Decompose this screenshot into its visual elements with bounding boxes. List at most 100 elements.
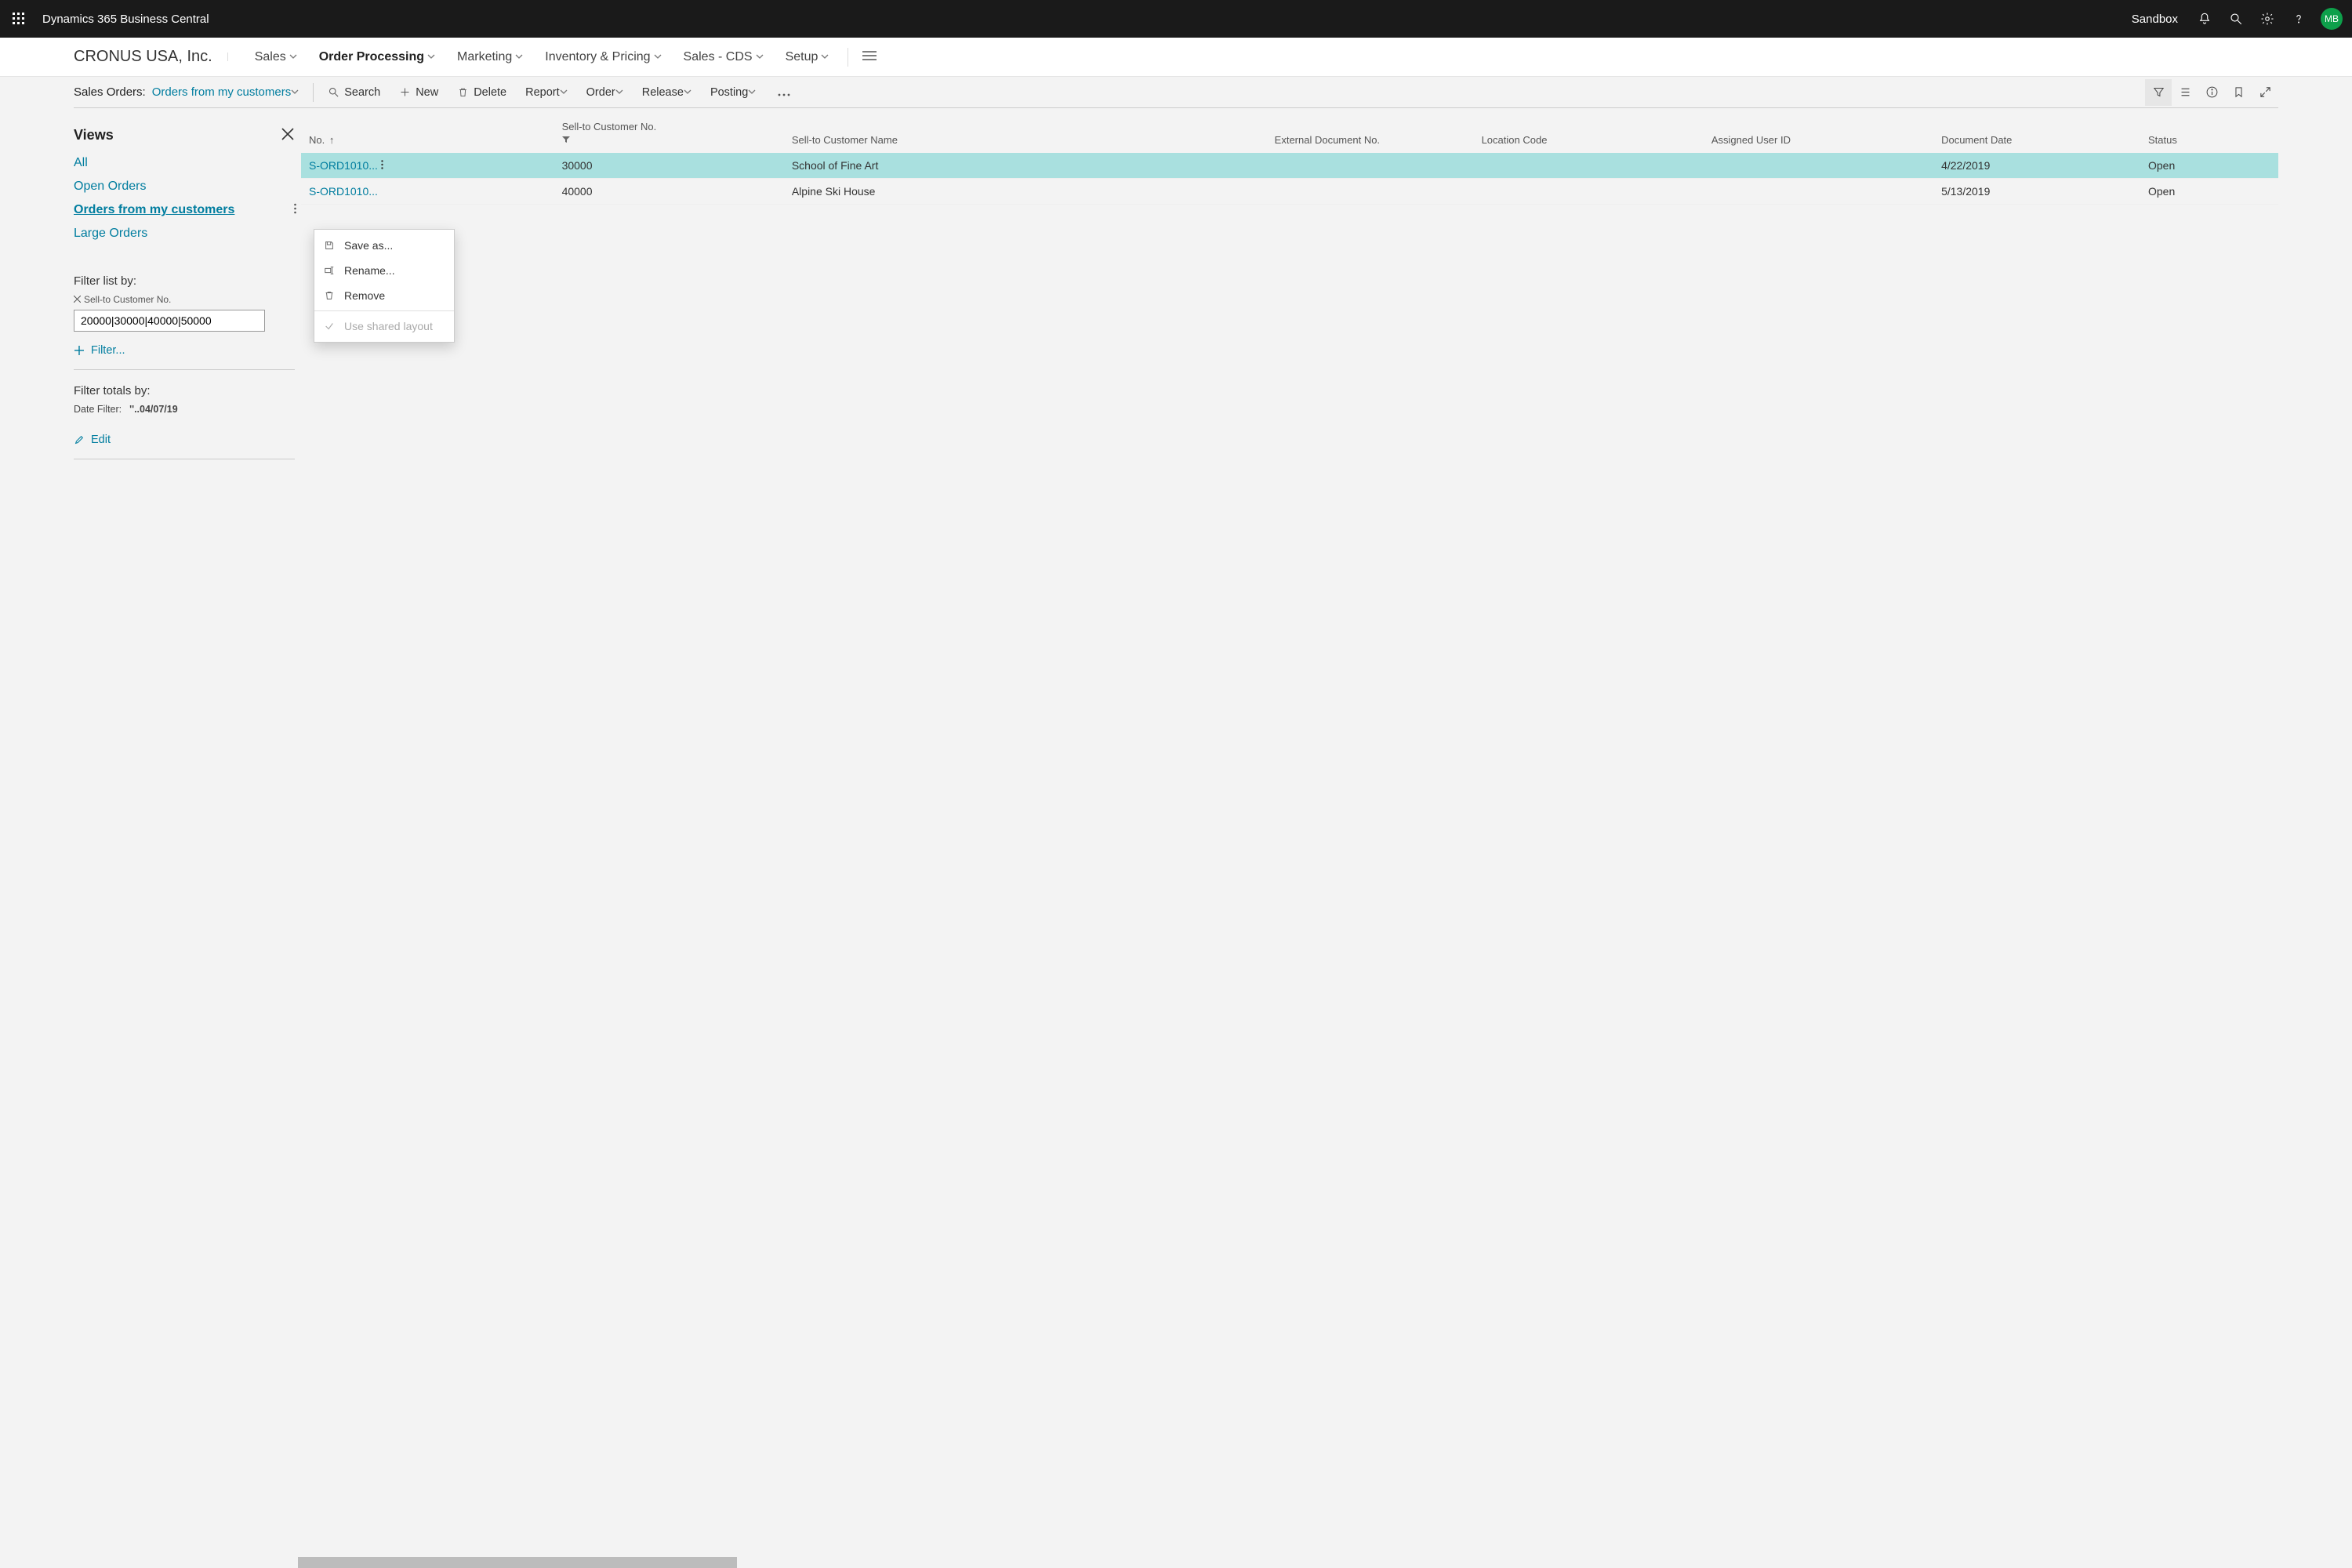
action-bar: Sales Orders: Orders from my customers S… xyxy=(74,77,2278,108)
notifications-icon[interactable] xyxy=(2192,6,2217,31)
nav-item-marketing[interactable]: Marketing xyxy=(446,38,534,76)
view-item-orders-from-my-customers[interactable]: Orders from my customers xyxy=(74,198,295,222)
edit-filters-button[interactable]: Edit xyxy=(74,434,295,459)
ctx-shared-layout: Use shared layout xyxy=(314,314,454,339)
nav-item-setup[interactable]: Setup xyxy=(775,38,840,76)
add-filter-button[interactable]: Filter... xyxy=(74,344,295,370)
search-icon[interactable] xyxy=(2223,6,2249,31)
nav-item-inventory-pricing[interactable]: Inventory & Pricing xyxy=(534,38,672,76)
chevron-down-icon xyxy=(291,85,299,99)
company-name[interactable]: CRONUS USA, Inc. xyxy=(74,48,228,66)
col-doc-date[interactable]: Document Date xyxy=(1933,116,2140,153)
search-button[interactable]: Search xyxy=(328,86,380,99)
posting-button[interactable]: Posting xyxy=(710,86,756,99)
chevron-down-icon xyxy=(748,86,756,99)
chevron-down-icon xyxy=(515,50,523,64)
date-filter-label: Date Filter: xyxy=(74,404,122,415)
more-actions-icon[interactable] xyxy=(778,86,790,99)
remove-filter-icon[interactable] xyxy=(74,294,81,305)
cell-status: Open xyxy=(2140,179,2278,205)
add-filter-label: Filter... xyxy=(91,344,125,357)
trash-icon xyxy=(457,86,469,98)
new-label: New xyxy=(416,86,438,99)
chevron-down-icon xyxy=(654,50,662,64)
view-item-all[interactable]: All xyxy=(74,151,295,175)
view-item-large-orders[interactable]: Large Orders xyxy=(74,222,295,245)
views-panel: Views AllOpen OrdersOrders from my custo… xyxy=(74,108,301,459)
order-label: Order xyxy=(586,86,615,99)
col-no[interactable]: No. ↑ xyxy=(301,116,554,153)
cell-doc-date: 4/22/2019 xyxy=(1933,153,2140,179)
chevron-down-icon xyxy=(289,50,297,64)
cell-location xyxy=(1474,153,1704,179)
app-launcher-icon[interactable] xyxy=(9,9,28,28)
chevron-down-icon xyxy=(615,86,623,99)
rename-icon xyxy=(324,265,338,276)
order-no-link[interactable]: S-ORD1010... xyxy=(309,159,378,172)
filter-value-input[interactable] xyxy=(74,310,265,332)
list-view-icon[interactable] xyxy=(2172,79,2198,106)
check-icon xyxy=(324,321,338,332)
cell-doc-date: 5/13/2019 xyxy=(1933,179,2140,205)
col-ext-doc[interactable]: External Document No. xyxy=(1267,116,1474,153)
orders-table: No. ↑ Sell-to Customer No. Sell-to Custo… xyxy=(301,116,2278,205)
help-icon[interactable] xyxy=(2286,6,2311,31)
col-assigned[interactable]: Assigned User ID xyxy=(1704,116,1933,153)
bookmark-icon[interactable] xyxy=(2225,79,2252,106)
user-avatar[interactable]: MB xyxy=(2321,8,2343,30)
order-button[interactable]: Order xyxy=(586,86,623,99)
view-item-open-orders[interactable]: Open Orders xyxy=(74,175,295,198)
cell-assigned xyxy=(1704,179,1933,205)
plus-icon xyxy=(399,86,411,98)
release-button[interactable]: Release xyxy=(642,86,691,99)
ctx-save-as[interactable]: Save as... xyxy=(314,233,454,258)
search-icon xyxy=(328,86,339,98)
row-options-icon[interactable] xyxy=(381,159,383,172)
col-sell-to-no[interactable]: Sell-to Customer No. xyxy=(554,116,784,153)
environment-label: Sandbox xyxy=(2132,13,2178,26)
col-sell-to-name[interactable]: Sell-to Customer Name xyxy=(784,116,1267,153)
col-location[interactable]: Location Code xyxy=(1474,116,1704,153)
report-label: Report xyxy=(525,86,560,99)
info-icon[interactable] xyxy=(2198,79,2225,106)
filter-indicator-icon xyxy=(562,134,776,146)
settings-icon[interactable] xyxy=(2255,6,2280,31)
filter-field-row: Sell-to Customer No. xyxy=(74,294,295,305)
report-button[interactable]: Report xyxy=(525,86,568,99)
filter-pane-icon[interactable] xyxy=(2145,79,2172,106)
sort-asc-icon: ↑ xyxy=(329,134,335,146)
nav-item-order-processing[interactable]: Order Processing xyxy=(308,38,446,76)
cell-ext-doc xyxy=(1267,179,1474,205)
current-view-dropdown[interactable]: Orders from my customers xyxy=(152,85,299,99)
delete-button[interactable]: Delete xyxy=(457,86,506,99)
nav-more-icon[interactable] xyxy=(862,50,877,64)
chevron-down-icon xyxy=(821,50,829,64)
cell-sell-to-no: 30000 xyxy=(554,153,784,179)
nav-item-sales-cds[interactable]: Sales - CDS xyxy=(673,38,775,76)
new-button[interactable]: New xyxy=(399,86,438,99)
ctx-rename[interactable]: Rename... xyxy=(314,258,454,283)
search-label: Search xyxy=(344,86,380,99)
table-area: No. ↑ Sell-to Customer No. Sell-to Custo… xyxy=(301,108,2278,459)
cell-location xyxy=(1474,179,1704,205)
delete-label: Delete xyxy=(474,86,506,99)
nav-item-sales[interactable]: Sales xyxy=(244,38,308,76)
cell-sell-to-name: Alpine Ski House xyxy=(784,179,1267,205)
table-row[interactable]: S-ORD1010... 30000School of Fine Art4/22… xyxy=(301,153,2278,179)
close-views-icon[interactable] xyxy=(281,127,295,143)
expand-icon[interactable] xyxy=(2252,79,2278,106)
chevron-down-icon xyxy=(684,86,691,99)
filter-field-name: Sell-to Customer No. xyxy=(84,294,171,305)
date-filter-value: ''..04/07/19 xyxy=(129,404,178,415)
save-icon xyxy=(324,240,338,251)
top-header: Dynamics 365 Business Central Sandbox MB xyxy=(0,0,2352,38)
table-row[interactable]: S-ORD1010...40000Alpine Ski House5/13/20… xyxy=(301,179,2278,205)
chevron-down-icon xyxy=(427,50,435,64)
ctx-remove[interactable]: Remove xyxy=(314,283,454,308)
col-status[interactable]: Status xyxy=(2140,116,2278,153)
filter-list-label: Filter list by: xyxy=(74,274,295,288)
order-no-link[interactable]: S-ORD1010... xyxy=(309,185,378,198)
horizontal-scrollbar[interactable] xyxy=(298,1557,737,1568)
cell-status: Open xyxy=(2140,153,2278,179)
view-options-icon[interactable] xyxy=(294,203,296,218)
